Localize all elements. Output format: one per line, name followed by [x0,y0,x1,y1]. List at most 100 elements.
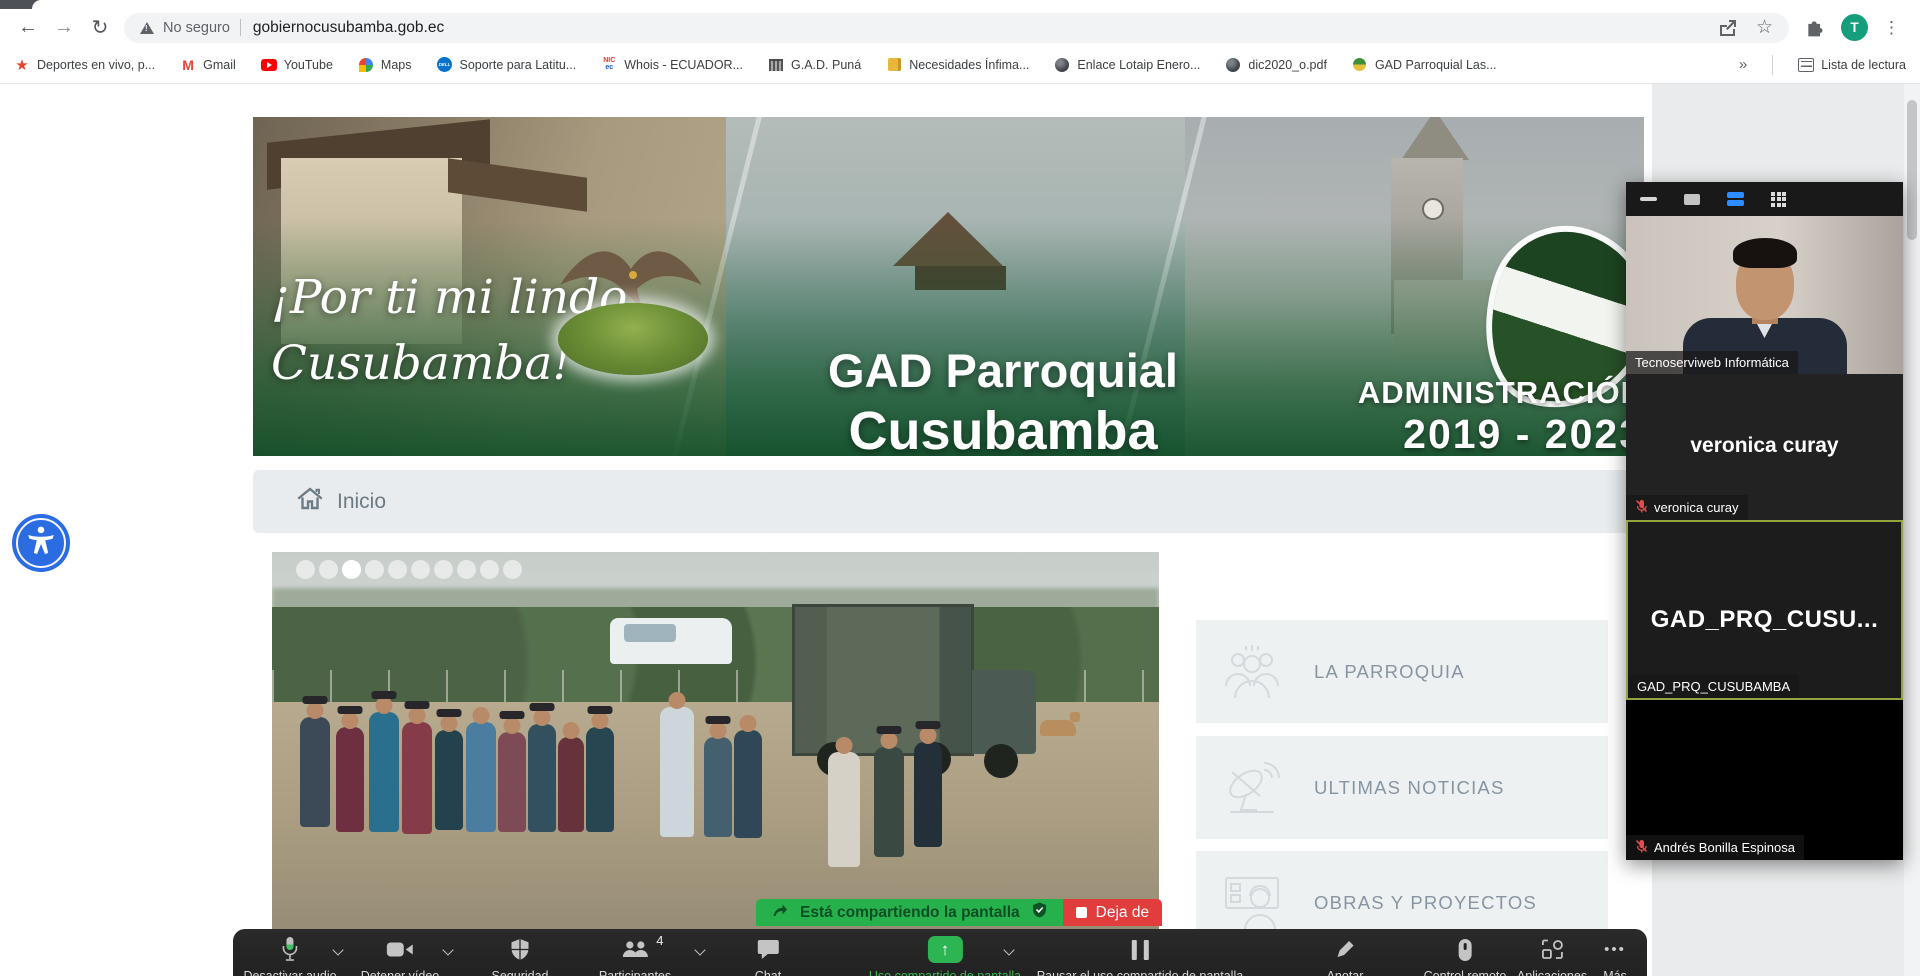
toolbar-label: Seguridad [492,969,549,976]
video-options-chevron-icon[interactable] [442,944,453,955]
participant-name-label: GAD_PRQ_CUSUBAMBA [1628,675,1799,698]
annotate-button[interactable]: Anotar [1327,936,1364,976]
satellite-dish-icon [1216,758,1288,818]
reading-list-button[interactable]: Lista de lectura [1798,57,1906,73]
stop-video-button[interactable]: Detener vídeo [361,936,440,976]
participant-display-name: GAD_PRQ_CUSU... [1628,606,1901,634]
breadcrumb-label[interactable]: Inicio [337,490,386,514]
forward-button[interactable]: → [46,16,82,39]
active-speaker-tile[interactable]: GAD_PRQ_CUSU... GAD_PRQ_CUSUBAMBA [1626,520,1903,700]
gmail-favicon: M [180,57,196,73]
bookmark-item[interactable]: NICec Whois - ECUADOR... [601,57,743,73]
apps-button[interactable]: Aplicaciones [1517,936,1587,976]
scrollbar-thumb[interactable] [1907,100,1917,240]
share-screen-button[interactable]: ↑ Uso compartido de pantalla [869,936,1021,976]
bookmark-item[interactable]: dic2020_o.pdf [1225,57,1327,73]
more-dots-icon: ••• [1604,936,1626,963]
carousel-dot[interactable] [296,560,315,579]
share-screen-icon: ↑ [928,936,963,963]
participants-button[interactable]: 4 Participantes [599,936,671,976]
security-shield-icon[interactable] [1032,902,1047,923]
speaker-view-icon[interactable] [1684,194,1700,205]
strip-view-icon[interactable] [1727,192,1744,206]
participant-name-tile[interactable]: veronica curay veronica curay [1626,374,1903,520]
carousel-dot[interactable] [434,560,453,579]
photo-person [660,707,694,837]
site-favicon [1352,57,1368,73]
mute-button[interactable]: Desactivar audio [243,936,336,976]
banner-title: GAD Parroquial Cusubamba [723,343,1283,456]
participant-video-tile[interactable]: Tecnoserviweb Informática [1626,216,1903,374]
chat-button[interactable]: Chat [755,936,781,976]
reading-list-label: Lista de lectura [1821,58,1906,72]
carousel-dot[interactable] [365,560,384,579]
photo-pickup-truck [610,618,732,664]
photo-truck-wheel [984,744,1018,778]
menu-card-ultimas-noticias[interactable]: ULTIMAS NOTICIAS [1196,736,1608,839]
bookmark-item[interactable]: Maps [358,57,412,73]
participant-display-name: veronica curay [1626,434,1903,458]
bookmark-item[interactable]: ★ Deportes en vivo, p... [14,57,155,73]
minimize-icon[interactable] [1640,197,1657,201]
mic-muted-icon [1635,499,1648,516]
participants-options-chevron-icon[interactable] [694,944,705,955]
bookmark-item[interactable]: GAD Parroquial Las... [1352,57,1497,73]
bookmark-item[interactable]: Necesidades Ínfima... [886,57,1029,73]
browser-menu-icon[interactable]: ⋮ [1883,18,1901,38]
carousel-dot[interactable] [503,560,522,579]
bookmark-item[interactable]: G.A.D. Puná [768,57,861,73]
banner-title-line2: Cusubamba [723,400,1283,456]
globe-favicon [1225,57,1241,73]
star-favicon: ★ [14,57,30,73]
administration-line1: ADMINISTRACIÓN [1304,375,1644,411]
page-url: gobiernocusubamba.gob.ec [253,19,444,37]
bookmark-item[interactable]: DELL Soporte para Latitu... [436,57,576,73]
page-scrollbar[interactable] [1904,84,1920,976]
bookmarks-overflow-button[interactable]: » [1739,56,1747,73]
carousel-dot[interactable] [480,560,499,579]
camera-icon [387,936,414,963]
pause-share-button[interactable]: Pausar el uso compartido de pantalla [1037,936,1243,976]
extensions-icon[interactable] [1805,18,1825,38]
carousel-dot[interactable] [319,560,338,579]
security-button[interactable]: Seguridad [492,936,549,976]
carousel-dot-active[interactable] [342,560,361,579]
photo-person [586,727,614,832]
participant-camera-off-tile[interactable]: Andrés Bonilla Espinosa [1626,700,1903,860]
more-button[interactable]: ••• Más [1603,936,1627,976]
stop-share-button[interactable]: Deja de [1063,899,1162,926]
menu-label: ULTIMAS NOTICIAS [1314,777,1505,799]
screen-share-banner: Está compartiendo la pantalla Deja de [756,899,1162,926]
bookmarks-divider [1772,55,1773,75]
bookmark-item[interactable]: YouTube [261,57,333,73]
menu-label: LA PARROQUIA [1314,661,1465,683]
profile-avatar[interactable]: T [1841,14,1868,41]
participant-name: Andrés Bonilla Espinosa [1654,840,1795,855]
remote-control-button[interactable]: Control remoto [1424,936,1507,976]
carousel-dot[interactable] [457,560,476,579]
administration-line2: 2019 - 2023 [1304,411,1644,456]
participants-count-badge: 4 [656,933,663,948]
toolbar-label: Detener vídeo [361,969,440,976]
carousel-dot[interactable] [388,560,407,579]
bookmark-item[interactable]: Enlace Lotaip Enero... [1054,57,1200,73]
gallery-view-icon[interactable] [1771,192,1786,207]
address-bar[interactable]: ! No seguro gobiernocusubamba.gob.ec ☆ [124,13,1789,43]
toolbar-label: Uso compartido de pantalla [869,969,1021,976]
banner-title-line1: GAD Parroquial [723,343,1283,398]
carousel-dot[interactable] [411,560,430,579]
reload-button[interactable]: ↻ [82,15,118,40]
accessibility-person-icon [23,523,59,564]
back-button[interactable]: ← [10,16,46,39]
share-status: Está compartiendo la pantalla [756,899,1063,926]
bookmark-item[interactable]: M Gmail [180,57,236,73]
accessibility-button[interactable] [12,514,70,572]
bookmark-star-icon[interactable]: ☆ [1756,16,1773,39]
participant-name-label: Andrés Bonilla Espinosa [1626,835,1804,860]
toolbar-label: Desactivar audio [243,969,336,976]
share-page-icon[interactable] [1718,19,1737,36]
construction-icon [1216,874,1288,932]
menu-card-la-parroquia[interactable]: LA PARROQUIA [1196,620,1608,723]
bookmark-label: Necesidades Ínfima... [909,58,1029,72]
photo-truck-cab [972,670,1036,754]
